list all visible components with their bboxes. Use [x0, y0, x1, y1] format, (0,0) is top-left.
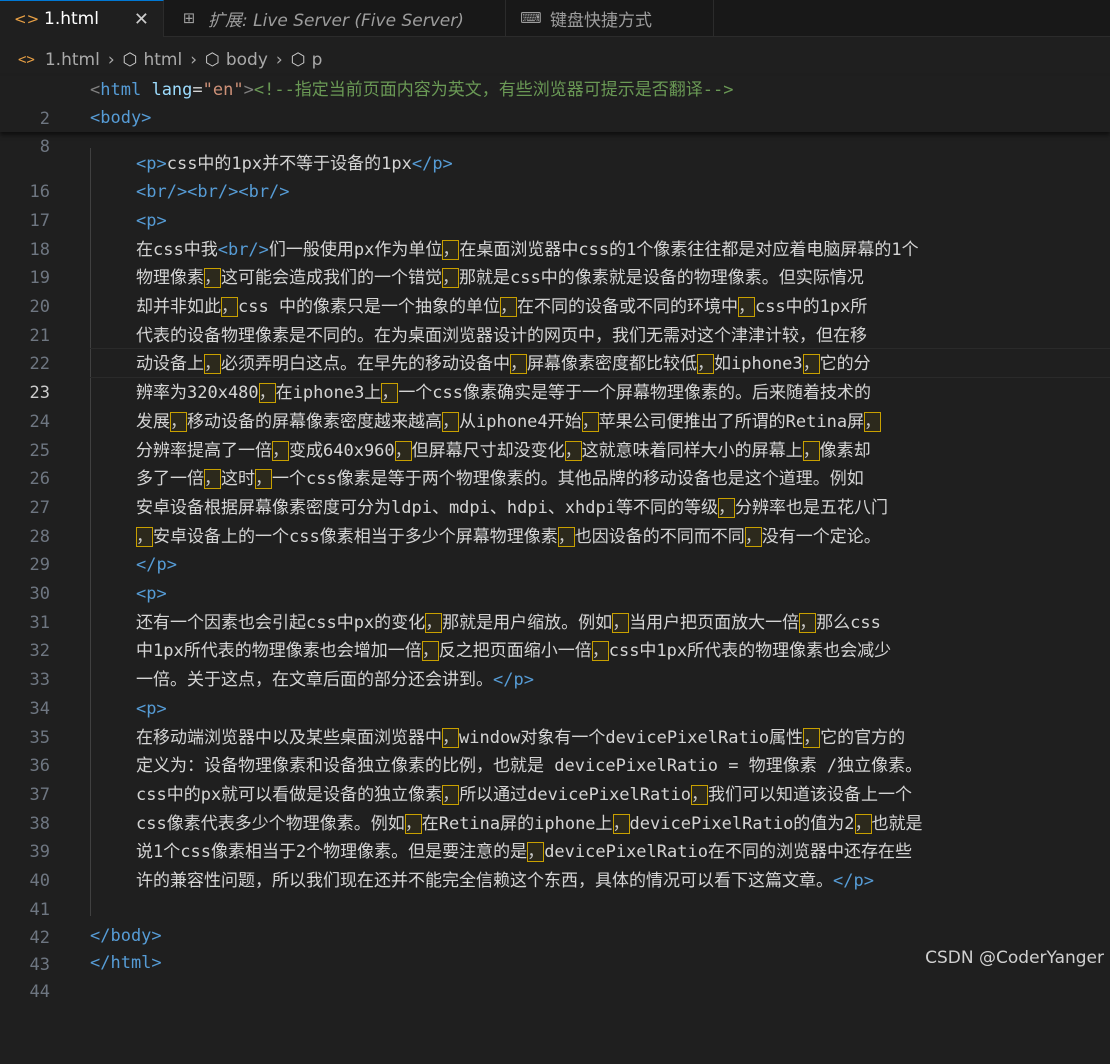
- fullwidth-comma-highlight: ，: [221, 297, 238, 317]
- tab-label: 扩展: Live Server (Five Server): [208, 10, 464, 31]
- code-line[interactable]: 24 辨率为320x480，在iphone3上，一个css像素确实是等于一个屏幕…: [0, 379, 1110, 432]
- fullwidth-comma-highlight: ，: [557, 526, 575, 547]
- line-number: 8: [39, 136, 50, 157]
- code-line[interactable]: 16 <p>css中的1px并不等于设备的1px</p>: [0, 150, 1110, 203]
- tab-label: 键盘快捷方式: [550, 10, 652, 31]
- code-line[interactable]: 22 代表的设备物理像素是不同的。在为桌面浏览器设计的网页中，我们无需对这个津津…: [0, 322, 1110, 375]
- fullwidth-comma-highlight: ，: [204, 354, 221, 375]
- code-line[interactable]: 21 却并非如此，css 中的像素只是一个抽象的单位，在不同的设备或不同的环境中…: [0, 293, 1110, 346]
- code-line[interactable]: 25 发展，移动设备的屏幕像素密度越来越高，从iphone4开始，苹果公司便推出…: [0, 408, 1110, 461]
- code-line[interactable]: 2 <html lang="en"><!--指定当前页面内容为英文，有些浏览器可…: [0, 76, 1110, 129]
- chevron-right-icon: ›: [275, 50, 283, 70]
- fullwidth-comma-highlight: ，: [421, 641, 439, 662]
- fullwidth-comma-highlight: ，: [255, 469, 272, 490]
- code-line[interactable]: 28 安卓设备根据屏幕像素密度可分为ldpi、mdpi、hdpi、xhdpi等不…: [0, 494, 1110, 547]
- fullwidth-comma-highlight: ，: [272, 440, 289, 461]
- breadcrumb-item-p[interactable]: p: [312, 50, 323, 70]
- fullwidth-comma-highlight: ，: [612, 612, 630, 633]
- code-line[interactable]: 38 css中的px就可以看做是设备的独立像素，所以通过devicePixelR…: [0, 781, 1110, 834]
- fullwidth-comma-highlight: ，: [442, 727, 459, 748]
- code-line[interactable]: 33 中1px所代表的物理像素也会增加一倍，反之把页面缩小一倍，css中1px所…: [0, 637, 1110, 690]
- fullwidth-comma-highlight: ，: [425, 612, 443, 633]
- code-line[interactable]: 26 分辨率提高了一倍，变成640x960，但屏幕尺寸却没变化，这就意味着同样大…: [0, 437, 1110, 489]
- fullwidth-comma-highlight: ，: [442, 239, 460, 260]
- fullwidth-comma-highlight: ，: [204, 268, 221, 289]
- keyboard-icon: ⌨: [520, 9, 542, 27]
- fullwidth-comma-highlight: ，: [718, 497, 735, 518]
- code-line[interactable]: 40 说1个css像素相当于2个物理像素。但是要注意的是，devicePixel…: [0, 838, 1110, 891]
- fullwidth-comma-highlight: ，: [802, 440, 820, 461]
- fullwidth-comma-highlight: ，: [744, 526, 762, 547]
- code-line[interactable]: 20 物理像素，这可能会造成我们的一个错觉，那就是css中的像素就是设备的物理像…: [0, 264, 1110, 317]
- code-line[interactable]: 19 在css中我<br/>们一般使用px作为单位，在桌面浏览器中css的1个像…: [0, 236, 1110, 288]
- cube-icon: ⬡: [122, 50, 138, 70]
- chevron-right-icon: ›: [190, 50, 198, 70]
- close-icon[interactable]: ✕: [134, 9, 149, 30]
- code-line[interactable]: 8 <body>: [0, 104, 1110, 157]
- fullwidth-comma-highlight: ，: [499, 297, 517, 317]
- extensions-icon: ⊞: [182, 9, 196, 27]
- line-number: 44: [29, 981, 50, 1002]
- fullwidth-comma-highlight: ，: [442, 268, 459, 289]
- sticky-scroll-header[interactable]: 2 <html lang="en"><!--指定当前页面内容为英文，有些浏览器可…: [0, 76, 1110, 157]
- fullwidth-comma-highlight: ，: [564, 440, 582, 461]
- tab-live-server-extension[interactable]: ⊞ 扩展: Live Server (Five Server): [164, 0, 506, 36]
- fullwidth-comma-highlight: ，: [136, 526, 153, 547]
- code-line[interactable]: 18 <p>: [0, 207, 1110, 260]
- code-line[interactable]: 29 ，安卓设备上的一个css像素相当于多少个屏幕物理像素，也因设备的不同而不同…: [0, 523, 1110, 575]
- fullwidth-comma-highlight: ，: [854, 813, 872, 834]
- code-line[interactable]: 27 多了一倍，这时，一个css像素是等于两个物理像素的。其他品牌的移动设备也是…: [0, 465, 1110, 518]
- code-line[interactable]: 31 <p>: [0, 580, 1110, 633]
- fullwidth-comma-highlight: ，: [591, 641, 609, 662]
- cube-icon: ⬡: [205, 50, 220, 70]
- code-line[interactable]: 32 还有一个因素也会引起css中px的变化，那就是用户缩放。例如，当用户把页面…: [0, 609, 1110, 661]
- fullwidth-comma-highlight: ，: [612, 813, 630, 834]
- code-line[interactable]: 43 </body>: [0, 922, 1110, 975]
- tab-keyboard-shortcuts[interactable]: ⌨ 键盘快捷方式: [506, 0, 714, 36]
- fullwidth-comma-highlight: ，: [510, 354, 527, 375]
- watermark: CSDN @CoderYanger: [925, 948, 1104, 968]
- fullwidth-comma-highlight: ，: [690, 784, 708, 805]
- fullwidth-comma-highlight: ，: [442, 784, 460, 805]
- fullwidth-comma-highlight: ，: [170, 411, 187, 432]
- fullwidth-comma-highlight: ，: [442, 411, 459, 432]
- fullwidth-comma-highlight: ，: [394, 440, 412, 461]
- tab-bar: <> 1.html ✕ ⊞ 扩展: Live Server (Five Serv…: [0, 0, 1110, 37]
- breadcrumb-item-body[interactable]: body: [226, 50, 268, 70]
- code-line[interactable]: 36 在移动端浏览器中以及某些桌面浏览器中，window对象有一个deviceP…: [0, 724, 1110, 776]
- fullwidth-comma-highlight: ，: [737, 297, 755, 317]
- html-brackets-icon: <>: [14, 10, 40, 28]
- fullwidth-comma-highlight: ，: [527, 842, 545, 863]
- code-line[interactable]: 37 定义为：设备物理像素和设备独立像素的比例，也就是 devicePixelR…: [0, 752, 1110, 805]
- fullwidth-comma-highlight: ，: [803, 727, 821, 748]
- code-line[interactable]: 17 <br/><br/><br/>: [0, 178, 1110, 231]
- chevron-right-icon: ›: [107, 50, 115, 70]
- fullwidth-comma-highlight: ，: [802, 354, 820, 375]
- fullwidth-comma-highlight: ，: [799, 612, 817, 633]
- breadcrumb-item-html[interactable]: html: [143, 50, 182, 70]
- code-line[interactable]: 34 一倍。关于这点，在文章后面的部分还会讲到。</p>: [0, 666, 1110, 719]
- tab-label: 1.html: [44, 9, 99, 29]
- code-line[interactable]: 30 </p>: [0, 551, 1110, 604]
- fullwidth-comma-highlight: ，: [404, 813, 422, 834]
- fullwidth-comma-highlight: ，: [258, 383, 276, 404]
- breadcrumb-item-file[interactable]: 1.html: [45, 50, 100, 70]
- fullwidth-comma-highlight: ，: [697, 354, 714, 375]
- code-line[interactable]: 41 许的兼容性问题，所以我们现在还并不能完全信赖这个东西，具体的情况可以看下这…: [0, 867, 1110, 920]
- code-line[interactable]: 35 <p>: [0, 695, 1110, 748]
- tab-1-html[interactable]: <> 1.html ✕: [0, 0, 164, 37]
- code-line[interactable]: 39 css像素代表多少个物理像素。例如，在Retina屏的iphone上，de…: [0, 810, 1110, 862]
- code-line-current[interactable]: 23 动设备上，必须弄明白这点。在早先的移动设备中，屏幕像素密度都比较低，如ip…: [0, 350, 1110, 403]
- breadcrumb: <> 1.html › ⬡ html › ⬡ body › ⬡ p: [0, 46, 322, 74]
- fullwidth-comma-highlight: ，: [581, 411, 599, 432]
- html-brackets-icon: <>: [18, 52, 35, 68]
- fullwidth-comma-highlight: ，: [864, 411, 882, 432]
- code-line[interactable]: 42: [0, 896, 1110, 948]
- cube-icon: ⬡: [290, 50, 306, 70]
- fullwidth-comma-highlight: ，: [204, 469, 221, 490]
- fullwidth-comma-highlight: ，: [381, 383, 399, 404]
